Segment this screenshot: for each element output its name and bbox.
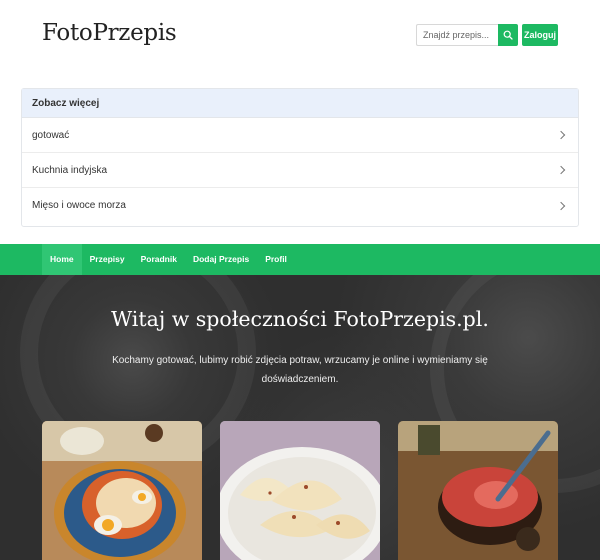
see-more-item-label: gotować xyxy=(32,129,70,141)
recipe-card-pierogi[interactable] xyxy=(220,421,380,560)
search-form xyxy=(416,24,518,46)
recipe-photo xyxy=(398,421,558,560)
recipe-photo xyxy=(220,421,380,560)
see-more-title: Zobacz więcej xyxy=(22,89,578,118)
see-more-item-label: Kuchnia indyjska xyxy=(32,164,108,176)
nav-dodaj-przepis[interactable]: Dodaj Przepis xyxy=(185,244,257,275)
see-more-item-gotowac[interactable]: gotować xyxy=(22,118,578,153)
nav-home[interactable]: Home xyxy=(42,244,82,275)
search-icon xyxy=(503,30,513,40)
see-more-item-mieso[interactable]: Mięso i owoce morza xyxy=(22,188,578,223)
login-button[interactable]: Zaloguj xyxy=(522,24,558,46)
search-button[interactable] xyxy=(498,24,518,46)
see-more-item-label: Mięso i owoce morza xyxy=(32,200,126,211)
chevron-right-icon xyxy=(556,201,566,210)
site-header: FotoPrzepis Zaloguj xyxy=(0,0,600,80)
nav-poradnik[interactable]: Poradnik xyxy=(133,244,185,275)
nav-przepisy[interactable]: Przepisy xyxy=(82,244,133,275)
search-input[interactable] xyxy=(416,24,498,46)
hero-banner: Witaj w społeczności FotoPrzepis.pl. Koc… xyxy=(0,275,600,560)
hero-title: Witaj w społeczności FotoPrzepis.pl. xyxy=(111,307,489,331)
see-more-item-kuchnia-indyjska[interactable]: Kuchnia indyjska xyxy=(22,153,578,188)
chevron-right-icon xyxy=(556,165,566,175)
recipe-card-barszcz[interactable] xyxy=(398,421,558,560)
recipe-photo xyxy=(42,421,202,560)
recipe-card-soup[interactable] xyxy=(42,421,202,560)
site-logo[interactable]: FotoPrzepis xyxy=(42,20,177,46)
hero-subtitle: Kochamy gotować, lubimy robić zdjęcia po… xyxy=(112,355,488,385)
see-more-panel: Zobacz więcej gotować Kuchnia indyjska M… xyxy=(21,88,579,227)
nav-profil[interactable]: Profil xyxy=(257,244,295,275)
main-nav: Home Przepisy Poradnik Dodaj Przepis Pro… xyxy=(0,244,600,275)
chevron-right-icon xyxy=(556,130,566,140)
